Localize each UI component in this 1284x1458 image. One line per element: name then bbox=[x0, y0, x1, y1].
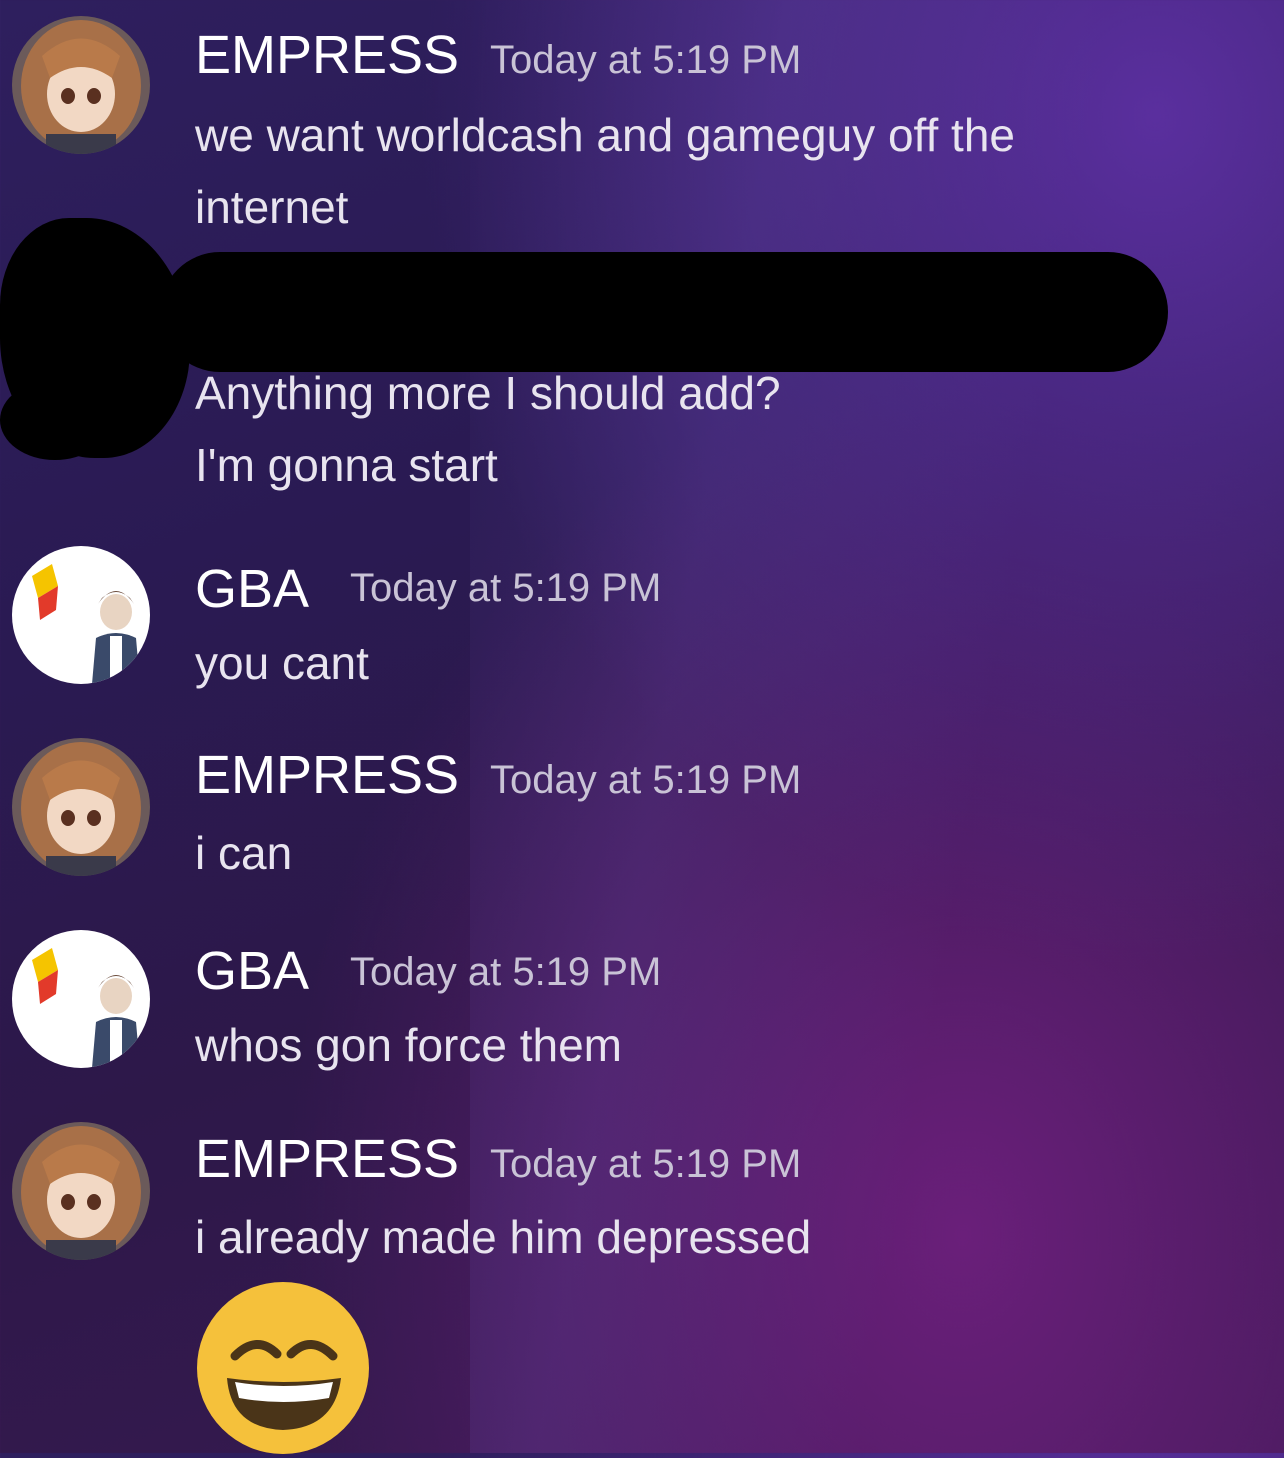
chat-log[interactable]: EMPRESS Today at 5:19 PM we want worldca… bbox=[0, 0, 1284, 1454]
empress-avatar-icon[interactable] bbox=[12, 16, 150, 154]
timestamp: Today at 5:19 PM bbox=[350, 950, 662, 994]
message-text: i can bbox=[195, 827, 293, 879]
username[interactable]: EMPRESS bbox=[195, 1128, 459, 1190]
username[interactable]: GBA bbox=[195, 940, 309, 1002]
username[interactable]: EMPRESS bbox=[195, 24, 459, 86]
message-text: Anything more I should add? bbox=[195, 367, 781, 419]
timestamp: Today at 5:19 PM bbox=[350, 566, 662, 610]
username[interactable]: EMPRESS bbox=[195, 744, 459, 806]
message-text: i already made him depressed bbox=[195, 1211, 812, 1263]
timestamp: Today at 5:19 PM bbox=[490, 1142, 802, 1186]
message-text: I'm gonna start bbox=[195, 439, 498, 491]
gba-avatar-icon[interactable] bbox=[12, 930, 150, 1068]
gba-avatar-icon[interactable] bbox=[12, 546, 150, 684]
message-text: internet bbox=[195, 181, 349, 233]
message-text: you cant bbox=[195, 637, 369, 689]
timestamp: Today at 5:19 PM bbox=[490, 758, 802, 802]
empress-avatar-icon[interactable] bbox=[12, 738, 150, 876]
grinning-squinting-face-emoji-icon bbox=[195, 1278, 371, 1454]
message-text: whos gon force them bbox=[195, 1019, 623, 1071]
message-text: we want worldcash and gameguy off the bbox=[195, 109, 1015, 161]
timestamp: Today at 5:19 PM bbox=[490, 38, 802, 82]
empress-avatar-icon[interactable] bbox=[12, 1122, 150, 1260]
redaction-mark bbox=[0, 380, 110, 460]
redaction-mark bbox=[160, 252, 1168, 372]
username[interactable]: GBA bbox=[195, 558, 309, 620]
